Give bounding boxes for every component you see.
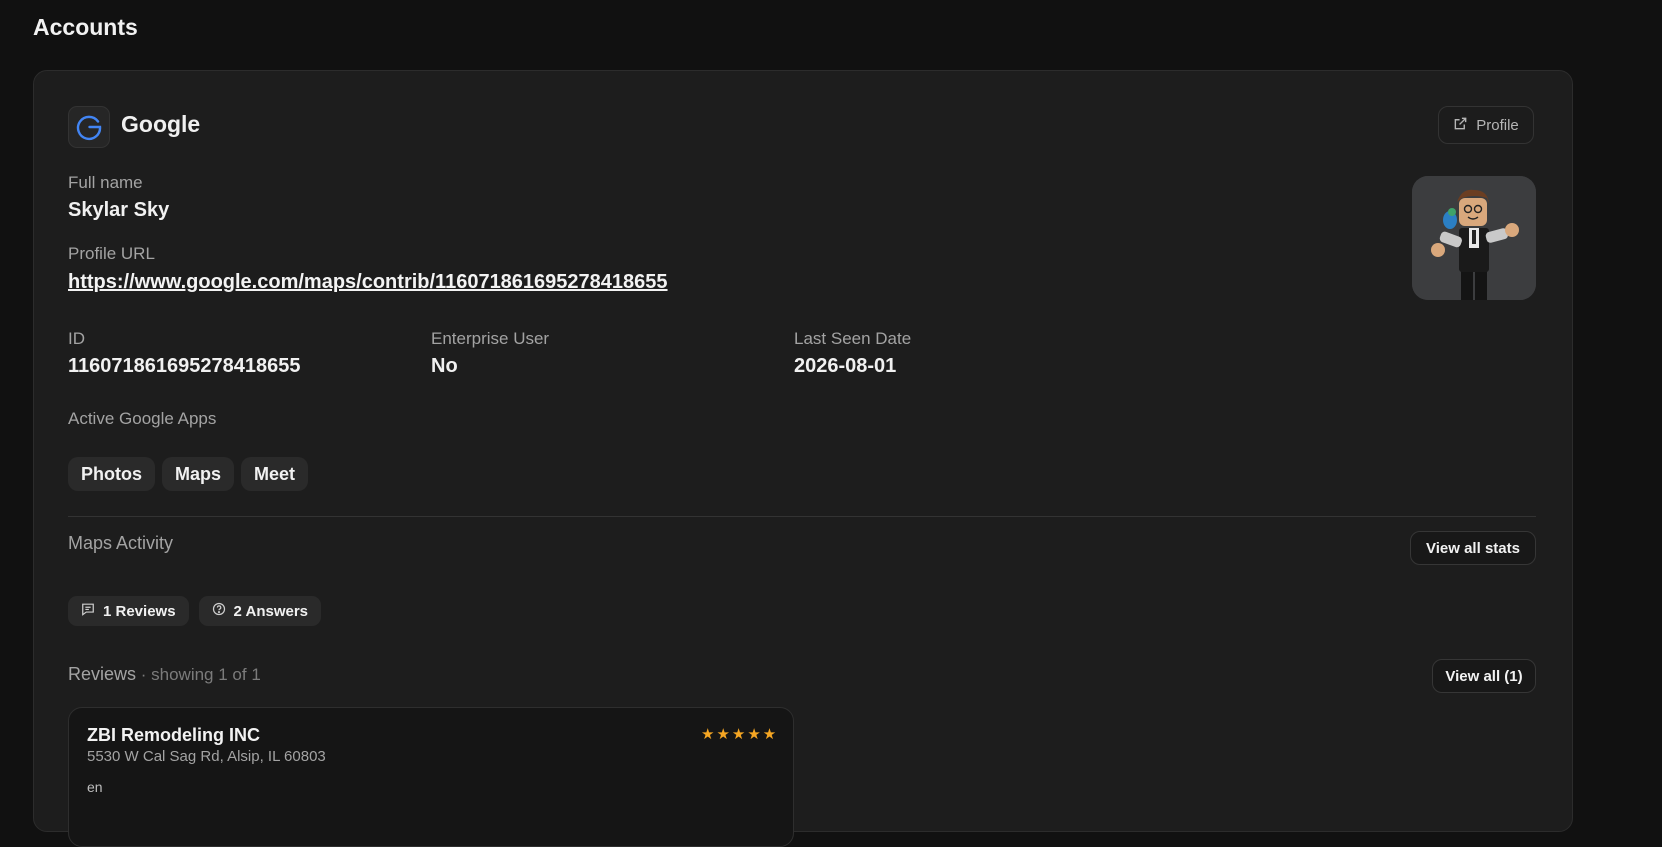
external-link-icon [1453,116,1468,135]
avatar [1412,176,1536,300]
page-title: Accounts [33,14,138,40]
profile-button-label: Profile [1476,116,1519,134]
reviews-showing-count: · showing 1 of 1 [136,665,261,684]
reviews-stat-badge[interactable]: 1 Reviews [68,596,189,626]
full-name-label: Full name [68,173,143,192]
star-rating-icon: ★★★★★ [701,726,779,743]
divider [68,516,1536,517]
app-chip-meet: Meet [241,457,309,491]
review-card[interactable]: ZBI Remodeling INC 5530 W Cal Sag Rd, Al… [68,707,794,847]
google-logo-icon [68,106,110,148]
id-label: ID [68,329,85,348]
maps-stats: 1 Reviews 2 Answers [68,596,322,626]
reviews-heading: Reviews · showing 1 of 1 [68,664,261,685]
question-circle-icon [212,602,226,620]
view-all-reviews-button[interactable]: View all (1) [1432,659,1536,693]
profile-button[interactable]: Profile [1438,106,1534,144]
active-apps-list: Photos Maps Meet [68,457,309,491]
last-seen-value: 2026-08-01 [794,355,897,377]
review-business-address: 5530 W Cal Sag Rd, Alsip, IL 60803 [87,748,326,765]
message-icon [81,602,95,620]
profile-url-label: Profile URL [68,244,155,263]
app-chip-maps: Maps [162,457,235,491]
app-chip-photos: Photos [68,457,155,491]
review-language: en [87,779,103,795]
enterprise-user-value: No [431,355,458,377]
answers-stat-badge[interactable]: 2 Answers [198,596,322,626]
view-all-stats-button[interactable]: View all stats [1410,531,1536,565]
reviews-stat-label: 1 Reviews [103,602,176,620]
id-value: 116071861695278418655 [68,355,301,377]
full-name-value: Skylar Sky [68,199,170,221]
profile-url-link[interactable]: https://www.google.com/maps/contrib/1160… [68,271,668,294]
answers-stat-label: 2 Answers [233,602,309,620]
active-apps-label: Active Google Apps [68,409,217,428]
maps-activity-label: Maps Activity [68,533,174,553]
enterprise-user-label: Enterprise User [431,329,550,348]
provider-name: Google [121,111,201,137]
google-account-card: Google Profile Full name Skylar Sky Prof… [33,70,1573,847]
last-seen-label: Last Seen Date [794,329,912,348]
reviews-title: Reviews [68,664,137,684]
review-business-name: ZBI Remodeling INC [87,725,261,745]
